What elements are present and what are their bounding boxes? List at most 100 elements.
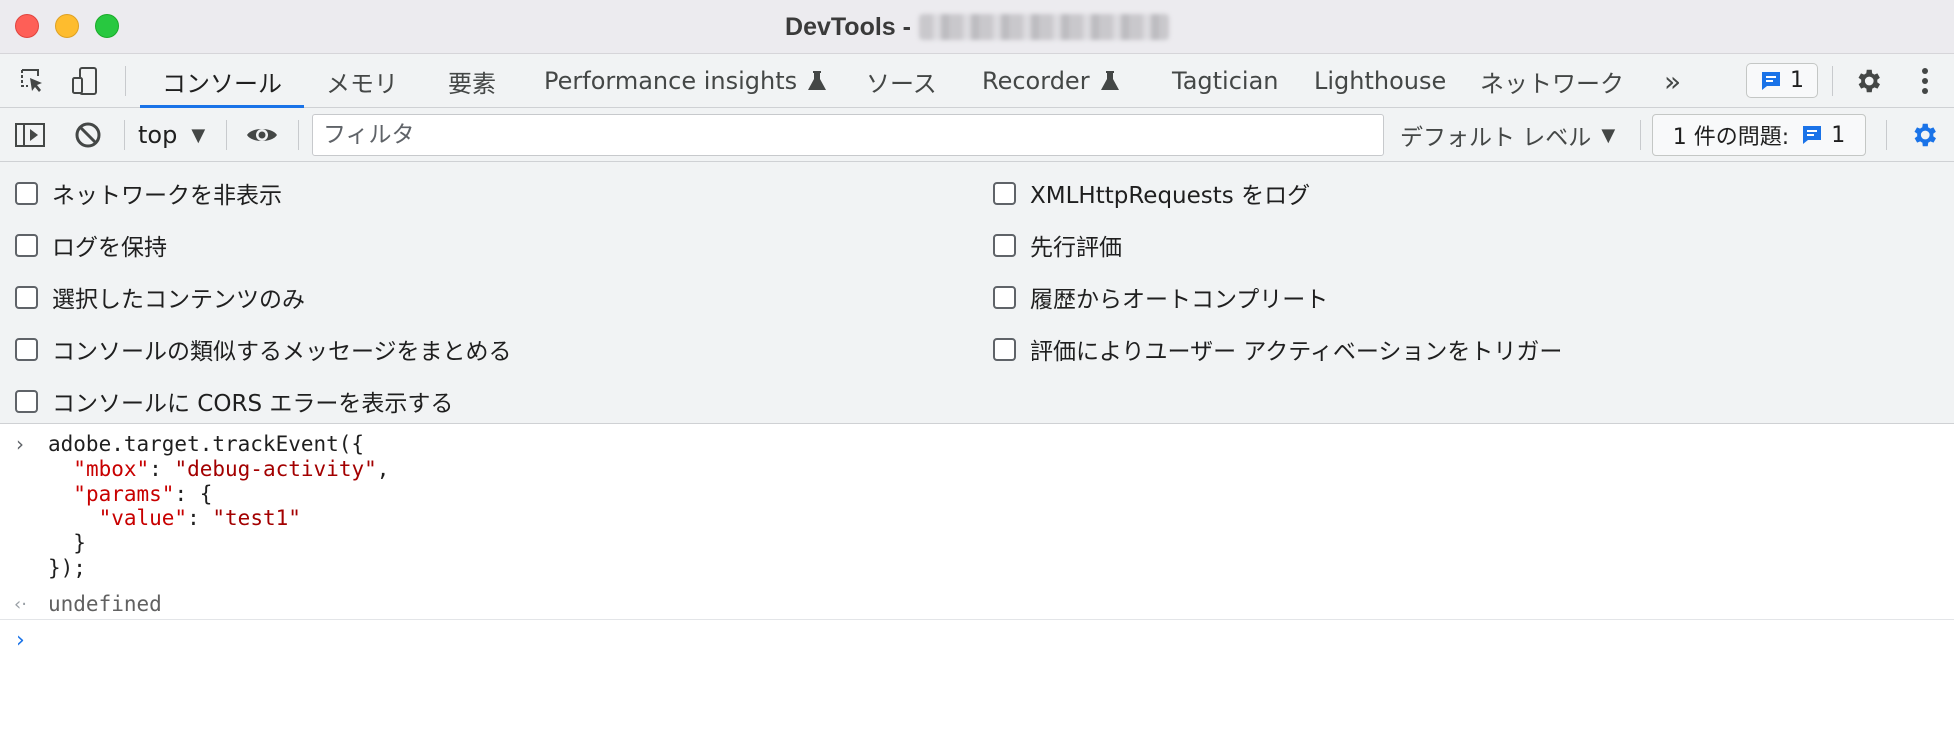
code-string: "debug-activity": [174, 457, 377, 481]
divider: [125, 66, 126, 96]
console-settings-gear-icon[interactable]: [1906, 119, 1942, 151]
clear-console-icon[interactable]: [72, 120, 104, 150]
more-options-icon[interactable]: [1910, 65, 1940, 97]
setting-label: 先行評価: [1030, 235, 1122, 261]
checkbox[interactable]: [993, 181, 1016, 205]
dropdown-caret-icon: ▼: [1601, 124, 1616, 146]
setting-autocomplete-from-history[interactable]: 履歴からオートコンプリート: [993, 280, 1328, 314]
divider: [1832, 66, 1833, 96]
tab-label: コンソール: [162, 69, 282, 98]
code-key: "mbox": [73, 457, 150, 481]
window-titlebar: DevTools -: [0, 0, 1954, 54]
code-line: "params": {: [73, 482, 213, 506]
more-tabs-button[interactable]: »: [1664, 54, 1681, 108]
checkbox[interactable]: [15, 233, 38, 257]
live-expression-eye-icon[interactable]: [242, 120, 282, 150]
settings-gear-icon[interactable]: [1850, 65, 1886, 97]
divider: [226, 120, 227, 150]
log-level-value: デフォルト レベル: [1400, 125, 1592, 151]
console-input-message: › adobe.target.trackEvent({ "mbox": "deb…: [0, 424, 1954, 582]
experiment-flask-icon: [808, 71, 827, 90]
checkbox[interactable]: [993, 337, 1016, 361]
setting-label: 選択したコンテンツのみ: [52, 287, 305, 313]
console-messages: › adobe.target.trackEvent({ "mbox": "deb…: [0, 424, 1954, 752]
setting-hide-network[interactable]: ネットワークを非表示: [15, 176, 282, 210]
context-value: top: [138, 121, 178, 149]
tab-sources[interactable]: ソース: [866, 54, 937, 108]
setting-preserve-log[interactable]: ログを保持: [15, 228, 167, 262]
issues-counter-button[interactable]: 1: [1746, 63, 1818, 98]
tab-label: Tagtician: [1172, 67, 1279, 95]
checkbox[interactable]: [15, 181, 38, 205]
setting-group-similar-messages[interactable]: コンソールの類似するメッセージをまとめる: [15, 332, 512, 366]
issues-count: 1: [1790, 68, 1804, 93]
code-string: "test1": [212, 506, 301, 530]
checkbox[interactable]: [15, 285, 38, 309]
setting-eager-evaluation[interactable]: 先行評価: [993, 228, 1122, 262]
checkbox[interactable]: [15, 337, 38, 361]
dropdown-caret-icon: ▼: [191, 124, 206, 146]
window-title: DevTools -: [0, 0, 1954, 54]
tab-tagtician[interactable]: Tagtician: [1172, 54, 1279, 108]
setting-user-activation-on-eval[interactable]: 評価によりユーザー アクティベーションをトリガー: [993, 332, 1562, 366]
message-icon: [1762, 71, 1780, 90]
result-arrow-icon: ‹·: [14, 594, 27, 615]
tab-network[interactable]: ネットワーク: [1480, 54, 1624, 108]
tab-performance-insights[interactable]: Performance insights: [544, 54, 827, 108]
prompt-chevron-icon: ›: [16, 628, 25, 653]
issues-button-count: 1: [1831, 122, 1846, 148]
window-title-text: DevTools -: [785, 12, 911, 41]
tab-memory[interactable]: メモリ: [326, 54, 398, 108]
code-line: }: [48, 531, 86, 555]
setting-selected-context-only[interactable]: 選択したコンテンツのみ: [15, 280, 305, 314]
devtools-tabbar: コンソール メモリ 要素 Performance insights ソース Re…: [0, 54, 1954, 108]
experiment-flask-icon: [1100, 71, 1119, 90]
result-value: undefined: [48, 592, 162, 616]
setting-label: コンソールの類似するメッセージをまとめる: [52, 339, 512, 365]
log-level-select[interactable]: デフォルト レベル ▼: [1400, 117, 1615, 153]
code-key: "params": [73, 482, 175, 506]
more-tabs-icon: »: [1664, 64, 1682, 98]
console-settings-panel: ネットワークを非表示 ログを保持 選択したコンテンツのみ コンソールの類似するメ…: [0, 162, 1954, 424]
setting-label: 履歴からオートコンプリート: [1030, 287, 1329, 313]
redacted-url: [918, 14, 1169, 40]
tab-label: Recorder: [982, 67, 1090, 95]
tab-label: Performance insights: [544, 67, 798, 95]
console-prompt[interactable]: ›: [0, 622, 1954, 666]
code-key: "value": [98, 506, 188, 530]
javascript-context-select[interactable]: top ▼: [138, 117, 205, 153]
tab-label: ネットワーク: [1480, 69, 1624, 98]
setting-label: XMLHttpRequests をログ: [1030, 183, 1311, 209]
message-icon: [1803, 126, 1822, 144]
checkbox[interactable]: [993, 233, 1016, 257]
issues-button[interactable]: 1 件の問題: 1: [1652, 114, 1866, 156]
tab-label: ソース: [866, 69, 937, 98]
tab-label: Lighthouse: [1314, 67, 1447, 95]
code-line: "value": "test1": [98, 506, 301, 530]
device-toolbar-icon[interactable]: [68, 65, 102, 97]
show-sidebar-icon[interactable]: [12, 120, 48, 150]
divider: [124, 120, 125, 150]
tab-label: メモリ: [326, 69, 398, 98]
divider: [1640, 120, 1641, 150]
setting-label: 評価によりユーザー アクティベーションをトリガー: [1030, 339, 1563, 365]
checkbox[interactable]: [15, 389, 38, 413]
tab-lighthouse[interactable]: Lighthouse: [1314, 54, 1446, 108]
checkbox[interactable]: [993, 285, 1016, 309]
console-toolbar: top ▼ デフォルト レベル ▼ 1 件の問題: 1: [0, 108, 1954, 162]
inspect-element-icon[interactable]: [14, 65, 50, 97]
setting-label: ログを保持: [52, 235, 167, 261]
setting-label: ネットワークを非表示: [52, 183, 282, 209]
code-line: "mbox": "debug-activity",: [73, 457, 390, 481]
input-chevron-icon: ›: [16, 432, 24, 456]
code-line: });: [48, 556, 86, 580]
console-filter-input[interactable]: [312, 114, 1384, 156]
tab-elements[interactable]: 要素: [448, 54, 496, 108]
setting-show-cors-errors[interactable]: コンソールに CORS エラーを表示する: [15, 384, 453, 418]
setting-log-xhr[interactable]: XMLHttpRequests をログ: [993, 176, 1310, 210]
setting-label: コンソールに CORS エラーを表示する: [52, 391, 454, 417]
tab-recorder[interactable]: Recorder: [982, 54, 1120, 108]
tab-console[interactable]: コンソール: [140, 54, 304, 108]
code-brace: }: [73, 531, 86, 555]
tab-label: 要素: [448, 69, 496, 98]
